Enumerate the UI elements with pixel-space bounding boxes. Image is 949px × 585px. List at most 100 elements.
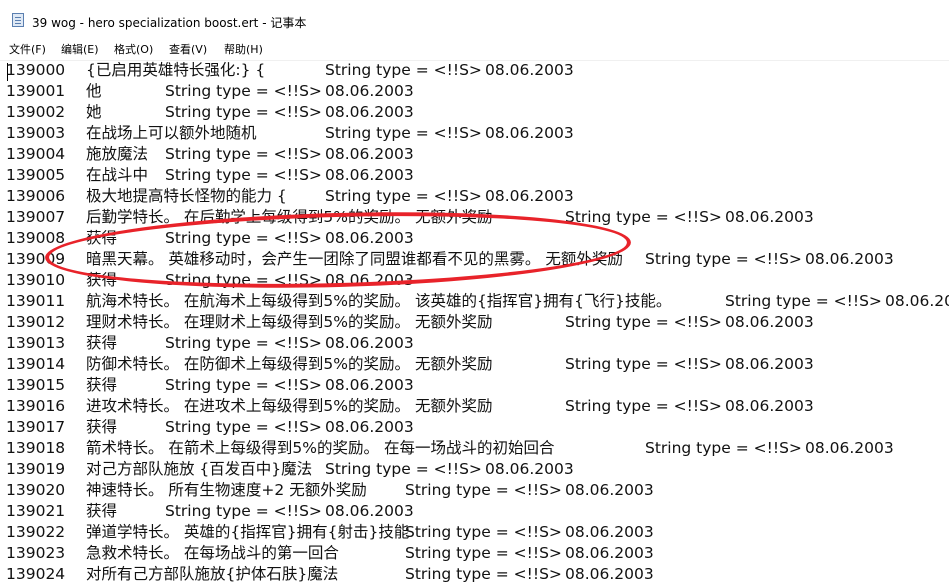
line-id: 139023	[6, 544, 66, 562]
line-type: String type = <!!S>	[405, 481, 562, 499]
line-type: String type = <!!S>	[165, 229, 322, 247]
menu-format[interactable]: 格式(O)	[114, 41, 153, 57]
line-id: 139007	[6, 208, 66, 226]
line-type: String type = <!!S>	[565, 355, 722, 373]
line-id: 139013	[6, 334, 66, 352]
line-text: {已启用英雄特长强化:} {	[86, 61, 266, 79]
line-type: String type = <!!S>	[165, 502, 322, 520]
line-date: 08.06.2003	[485, 187, 574, 205]
line-id: 139024	[6, 565, 66, 583]
line-date: 08.06.2003	[725, 208, 814, 226]
line-date: 08.06.2003	[325, 334, 414, 352]
line-text: 获得	[86, 502, 118, 520]
line-id: 139015	[6, 376, 66, 394]
line-id: 139005	[6, 166, 66, 184]
line-type: String type = <!!S>	[405, 565, 562, 583]
menu-file[interactable]: 文件(F)	[9, 41, 46, 57]
line-type: String type = <!!S>	[165, 334, 322, 352]
line-text: 急救术特长。 在每场战斗的第一回合	[86, 544, 339, 562]
line-type: String type = <!!S>	[165, 271, 322, 289]
line-text: 防御术特长。 在防御术上每级得到5%的奖励。 无额外奖励	[86, 355, 493, 373]
notepad-icon	[12, 13, 24, 27]
line-type: String type = <!!S>	[645, 250, 802, 268]
line-id: 139003	[6, 124, 66, 142]
line-type: String type = <!!S>	[165, 166, 322, 184]
line-id: 139012	[6, 313, 66, 331]
line-id: 139006	[6, 187, 66, 205]
line-text: 她	[86, 103, 102, 121]
line-text: 在战斗中	[86, 166, 149, 184]
line-type: String type = <!!S>	[325, 61, 482, 79]
line-type: String type = <!!S>	[565, 208, 722, 226]
line-date: 08.06.2003	[565, 565, 654, 583]
title-bar: 39 wog - hero specialization boost.ert -…	[0, 0, 949, 38]
line-id: 139009	[6, 250, 66, 268]
line-type: String type = <!!S>	[165, 82, 322, 100]
line-date: 08.06.2003	[325, 271, 414, 289]
line-date: 08.06.2003	[325, 229, 414, 247]
line-type: String type = <!!S>	[165, 376, 322, 394]
line-type: String type = <!!S>	[325, 460, 482, 478]
line-type: String type = <!!S>	[405, 523, 562, 541]
line-text: 极大地提高特长怪物的能力 {	[86, 187, 287, 205]
line-id: 139016	[6, 397, 66, 415]
line-id: 139011	[6, 292, 66, 310]
line-type: String type = <!!S>	[725, 292, 882, 310]
line-date: 08.06.2003	[325, 502, 414, 520]
line-text: 对所有己方部队施放{护体石肤}魔法	[86, 565, 339, 583]
line-text: 获得	[86, 271, 118, 289]
line-text: 获得	[86, 334, 118, 352]
line-text: 获得	[86, 376, 118, 394]
line-type: String type = <!!S>	[405, 544, 562, 562]
line-date: 08.06.2003	[325, 376, 414, 394]
line-id: 139020	[6, 481, 66, 499]
line-id: 139021	[6, 502, 66, 520]
line-date: 08.06.2003	[725, 355, 814, 373]
line-date: 08.06.2003	[325, 418, 414, 436]
line-text: 后勤学特长。 在后勤学上每级得到5%的奖励。 无额外奖励	[86, 208, 493, 226]
line-type: String type = <!!S>	[325, 124, 482, 142]
line-type: String type = <!!S>	[165, 145, 322, 163]
menu-bar: 文件(F) 编辑(E) 格式(O) 查看(V) 帮助(H)	[0, 38, 949, 58]
line-text: 对己方部队施放 {百发百中}魔法	[86, 460, 313, 478]
line-text: 获得	[86, 229, 118, 247]
line-id: 139002	[6, 103, 66, 121]
line-type: String type = <!!S>	[325, 187, 482, 205]
line-id: 139018	[6, 439, 66, 457]
line-id: 139014	[6, 355, 66, 373]
line-id: 139022	[6, 523, 66, 541]
line-id: 139017	[6, 418, 66, 436]
line-id: 139010	[6, 271, 66, 289]
line-date: 08.06.2003	[805, 250, 894, 268]
line-id: 139001	[6, 82, 66, 100]
line-date: 08.06.2003	[325, 82, 414, 100]
window-title: 39 wog - hero specialization boost.ert -…	[32, 16, 307, 30]
line-text: 箭术特长。 在箭术上每级得到5%的奖励。 在每一场战斗的初始回合	[86, 439, 555, 457]
line-date: 08.06.2003	[325, 145, 414, 163]
menu-edit[interactable]: 编辑(E)	[61, 41, 99, 57]
line-date: 08.06.2003	[485, 124, 574, 142]
line-date: 08.06.2003	[325, 103, 414, 121]
line-text: 在战场上可以额外地随机	[86, 124, 257, 142]
line-text: 神速特长。 所有生物速度+2 无额外奖励	[86, 481, 367, 499]
line-date: 08.06.2003	[325, 166, 414, 184]
line-text: 航海术特长。 在航海术上每级得到5%的奖励。 该英雄的{指挥官}拥有{飞行}技能…	[86, 292, 672, 310]
line-id: 139000	[6, 61, 66, 79]
line-date: 08.06.2003	[725, 313, 814, 331]
line-text: 弹道学特长。 英雄的{指挥官}拥有{射击}技能	[86, 523, 410, 541]
line-date: 08.06.2003	[565, 481, 654, 499]
line-text: 理财术特长。 在理财术上每级得到5%的奖励。 无额外奖励	[86, 313, 493, 331]
line-text: 施放魔法	[86, 145, 149, 163]
line-date: 08.06.2003	[565, 523, 654, 541]
line-date: 08.06.2003	[725, 397, 814, 415]
menu-help[interactable]: 帮助(H)	[224, 41, 263, 57]
line-date: 08.06.2003	[885, 292, 949, 310]
line-id: 139004	[6, 145, 66, 163]
line-date: 08.06.2003	[565, 544, 654, 562]
line-date: 08.06.2003	[485, 460, 574, 478]
line-text: 他	[86, 82, 102, 100]
line-id: 139019	[6, 460, 66, 478]
line-type: String type = <!!S>	[645, 439, 802, 457]
menu-view[interactable]: 查看(V)	[169, 41, 207, 57]
line-date: 08.06.2003	[485, 61, 574, 79]
